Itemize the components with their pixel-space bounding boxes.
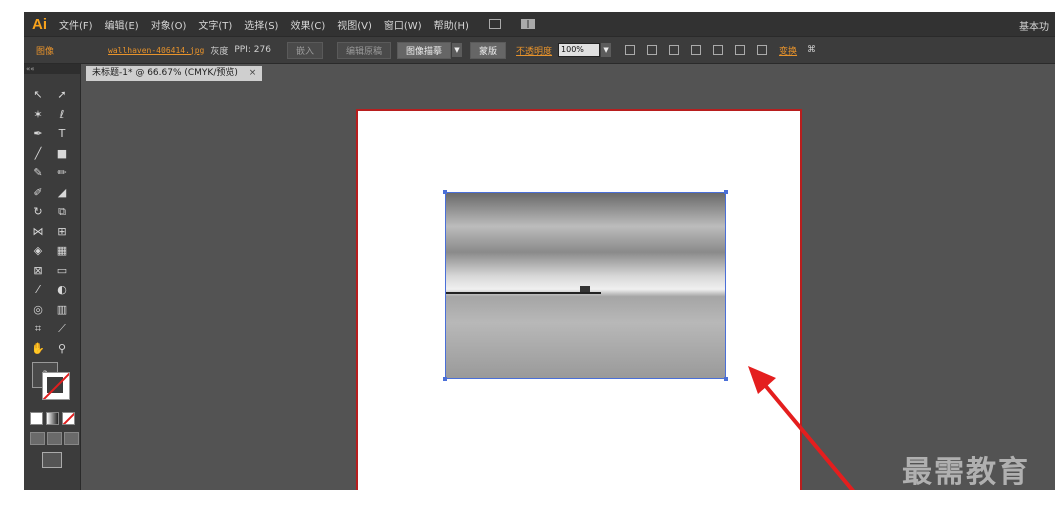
column-graph-tool-icon[interactable]: ▥ — [54, 303, 70, 317]
screen-mode-icon[interactable] — [42, 452, 62, 468]
menu-file[interactable]: 文件(F) — [59, 17, 93, 32]
color-mode-icon[interactable] — [30, 412, 43, 425]
align-right-icon[interactable] — [691, 45, 702, 55]
opacity-input[interactable]: 100% — [558, 43, 601, 57]
eyedropper-tool-icon[interactable]: ⁄ — [30, 283, 46, 297]
bridge-icon[interactable] — [488, 19, 501, 29]
selection-handle-tr[interactable] — [724, 190, 728, 194]
mask-button[interactable]: 蒙版 — [470, 41, 507, 59]
line-tool-icon[interactable]: ╱ — [30, 147, 46, 161]
stroke-swatch[interactable] — [42, 372, 70, 400]
menu-bar: Ai 文件(F) 编辑(E) 对象(O) 文字(T) 选择(S) 效果(C) 视… — [24, 12, 1055, 36]
tool-grid: ↖ ➚ ✶ ℓ ✒ T ╱ ■ ✎ ✏ ✐ ◢ ↻ ⧉ ⋈ ⊞ ◈ ▦ ⊠ ▭ … — [30, 88, 74, 361]
free-transform-tool-icon[interactable]: ⊞ — [54, 225, 70, 239]
opacity-dropdown-icon[interactable]: ▼ — [601, 43, 612, 57]
color-mode: 灰度 — [210, 46, 229, 57]
image-label[interactable]: 图像 — [36, 44, 54, 57]
image-trace-dropdown-icon[interactable]: ▼ — [452, 43, 462, 57]
gradient-mode-icon[interactable] — [46, 412, 59, 425]
hand-tool-icon[interactable]: ✋ — [30, 342, 46, 356]
menu-edit[interactable]: 编辑(E) — [105, 17, 139, 32]
align-left-icon[interactable] — [647, 45, 658, 55]
edit-original-button[interactable]: 编辑原稿 — [336, 41, 391, 59]
shape-builder-tool-icon[interactable]: ◈ — [30, 244, 46, 258]
menu-object[interactable]: 对象(O) — [151, 17, 187, 32]
draw-mode-buttons — [30, 432, 79, 445]
pier-house — [580, 286, 590, 292]
type-tool-icon[interactable]: T — [54, 127, 70, 141]
direct-selection-tool-icon[interactable]: ➚ — [54, 88, 70, 102]
pier-line — [446, 292, 601, 294]
document-tab[interactable]: 未标题-1* @ 66.67% (CMYK/预览) × — [86, 66, 263, 81]
align-bottom-icon[interactable] — [757, 45, 768, 55]
pencil-tool-icon[interactable]: ✏ — [54, 166, 70, 180]
eraser-tool-icon[interactable]: ◢ — [54, 186, 70, 200]
selection-handle-tl[interactable] — [443, 190, 447, 194]
magic-wand-tool-icon[interactable]: ✶ — [30, 108, 46, 122]
align-top-icon[interactable] — [713, 45, 724, 55]
draw-normal-icon[interactable] — [30, 432, 45, 445]
app-logo: Ai — [32, 15, 47, 33]
slice-tool-icon[interactable]: ⟋ — [54, 322, 70, 336]
illustrator-window: Ai 文件(F) 编辑(E) 对象(O) 文字(T) 选择(S) 效果(C) 视… — [24, 12, 1055, 490]
paintbrush-tool-icon[interactable]: ✎ — [30, 166, 46, 180]
zoom-tool-icon[interactable]: ⚲ — [54, 342, 70, 356]
control-bar: 图像 wallhaven-406414.jpg 灰度 PPI: 276 嵌入 编… — [24, 36, 1055, 64]
document-tab-title: 未标题-1* @ 66.67% (CMYK/预览) — [92, 68, 238, 78]
close-icon[interactable]: × — [249, 68, 257, 78]
blob-brush-tool-icon[interactable]: ✐ — [30, 186, 46, 200]
red-arrow-annotation — [748, 366, 855, 490]
artboard-tool-icon[interactable]: ⌗ — [30, 322, 46, 336]
workspace-switcher[interactable]: 基本功 — [1019, 18, 1049, 33]
menu-effect[interactable]: 效果(C) — [290, 17, 325, 32]
menu-help[interactable]: 帮助(H) — [434, 17, 469, 32]
tools-panel-collapse[interactable]: «« — [24, 64, 80, 74]
align-middle-icon[interactable] — [735, 45, 746, 55]
isolate-icon[interactable]: ⌘ — [807, 45, 816, 55]
none-mode-icon[interactable] — [62, 412, 75, 425]
linked-filename[interactable]: wallhaven-406414.jpg — [108, 46, 204, 55]
lasso-tool-icon[interactable]: ℓ — [54, 108, 70, 122]
opacity-label[interactable]: 不透明度 — [516, 44, 552, 57]
gradient-tool-icon[interactable]: ▭ — [54, 264, 70, 278]
menu-view[interactable]: 视图(V) — [337, 17, 372, 32]
menu-window[interactable]: 窗口(W) — [384, 17, 422, 32]
image-trace-button[interactable]: 图像描摹 — [396, 41, 451, 59]
tools-panel: «« ↖ ➚ ✶ ℓ ✒ T ╱ ■ ✎ ✏ ✐ ◢ ↻ ⧉ ⋈ ⊞ ◈ ▦ ⊠… — [24, 64, 81, 490]
color-mode-buttons — [30, 412, 75, 425]
selection-handle-bl[interactable] — [443, 377, 447, 381]
watermark: 最需教育 — [902, 455, 1030, 490]
rotate-tool-icon[interactable]: ↻ — [30, 205, 46, 219]
arrange-documents-icon[interactable] — [520, 19, 535, 29]
blend-tool-icon[interactable]: ◐ — [54, 283, 70, 297]
width-tool-icon[interactable]: ⋈ — [30, 225, 46, 239]
rectangle-tool-icon[interactable]: ■ — [54, 147, 70, 161]
selection-handle-br[interactable] — [724, 377, 728, 381]
draw-inside-icon[interactable] — [64, 432, 79, 445]
draw-behind-icon[interactable] — [47, 432, 62, 445]
align-center-icon[interactable] — [669, 45, 680, 55]
menu-select[interactable]: 选择(S) — [244, 17, 278, 32]
scale-tool-icon[interactable]: ⧉ — [54, 205, 70, 219]
fill-stroke-swatches[interactable]: ? — [30, 360, 72, 402]
embed-button[interactable]: 嵌入 — [286, 41, 323, 59]
recolor-icon[interactable] — [625, 45, 636, 55]
ppi-value: PPI: 276 — [234, 45, 271, 55]
symbol-sprayer-tool-icon[interactable]: ◎ — [30, 303, 46, 317]
menu-type[interactable]: 文字(T) — [198, 17, 232, 32]
selection-tool-icon[interactable]: ↖ — [30, 88, 46, 102]
pen-tool-icon[interactable]: ✒ — [30, 127, 46, 141]
placed-image-selected[interactable] — [445, 192, 726, 379]
perspective-grid-tool-icon[interactable]: ▦ — [54, 244, 70, 258]
mesh-tool-icon[interactable]: ⊠ — [30, 264, 46, 278]
transform-link[interactable]: 变换 — [779, 44, 797, 57]
